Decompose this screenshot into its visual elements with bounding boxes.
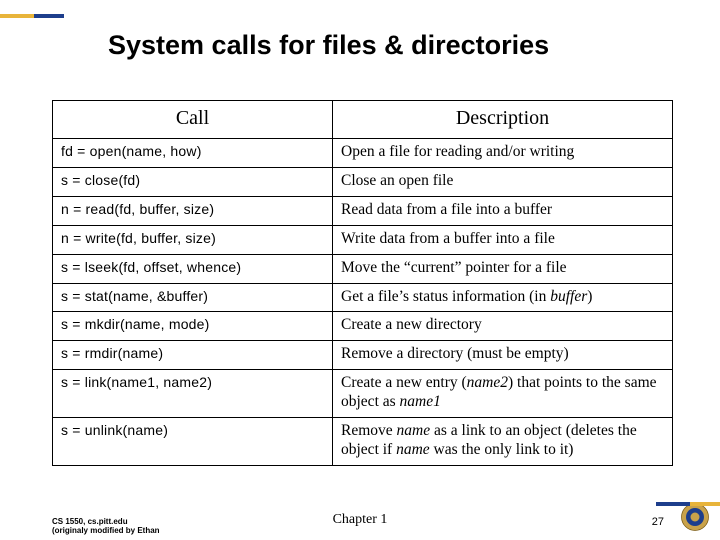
- call-cell: s = close(fd): [53, 167, 333, 196]
- table-row: s = unlink(name)Remove name as a link to…: [53, 418, 673, 466]
- accent-bar-top: [0, 14, 64, 18]
- accent-blue: [34, 14, 64, 18]
- call-cell: fd = open(name, how): [53, 139, 333, 168]
- call-cell: s = rmdir(name): [53, 341, 333, 370]
- slide: System calls for files & directories Cal…: [0, 0, 720, 540]
- description-cell: Create a new directory: [333, 312, 673, 341]
- col-header-description: Description: [333, 101, 673, 139]
- table-row: s = rmdir(name)Remove a directory (must …: [53, 341, 673, 370]
- accent-blue: [656, 502, 690, 506]
- call-cell: s = lseek(fd, offset, whence): [53, 254, 333, 283]
- table-row: s = close(fd)Close an open file: [53, 167, 673, 196]
- accent-bar-bottom: [656, 502, 720, 506]
- table-row: s = stat(name, &buffer)Get a file’s stat…: [53, 283, 673, 312]
- footer-line-2: (originaly modified by Ethan: [52, 527, 160, 536]
- description-cell: Remove a directory (must be empty): [333, 341, 673, 370]
- description-cell: Close an open file: [333, 167, 673, 196]
- slide-title: System calls for files & directories: [108, 30, 549, 61]
- accent-gold: [0, 14, 34, 18]
- syscall-table: Call Description fd = open(name, how)Ope…: [52, 100, 673, 466]
- call-cell: s = link(name1, name2): [53, 370, 333, 418]
- footer-chapter: Chapter 1: [0, 512, 720, 528]
- accent-gold: [690, 502, 720, 506]
- description-cell: Remove name as a link to an object (dele…: [333, 418, 673, 466]
- page-number: 27: [652, 516, 664, 528]
- table-row: s = lseek(fd, offset, whence)Move the “c…: [53, 254, 673, 283]
- call-cell: s = unlink(name): [53, 418, 333, 466]
- description-cell: Read data from a file into a buffer: [333, 196, 673, 225]
- description-cell: Get a file’s status information (in buff…: [333, 283, 673, 312]
- call-cell: s = stat(name, &buffer): [53, 283, 333, 312]
- description-cell: Write data from a buffer into a file: [333, 225, 673, 254]
- description-cell: Move the “current” pointer for a file: [333, 254, 673, 283]
- description-cell: Open a file for reading and/or writing: [333, 139, 673, 168]
- table-row: s = link(name1, name2)Create a new entry…: [53, 370, 673, 418]
- table-row: n = read(fd, buffer, size)Read data from…: [53, 196, 673, 225]
- university-seal-icon: [680, 502, 710, 532]
- call-cell: n = read(fd, buffer, size): [53, 196, 333, 225]
- call-cell: s = mkdir(name, mode): [53, 312, 333, 341]
- description-cell: Create a new entry (name2) that points t…: [333, 370, 673, 418]
- table-row: fd = open(name, how)Open a file for read…: [53, 139, 673, 168]
- call-cell: n = write(fd, buffer, size): [53, 225, 333, 254]
- table-row: s = mkdir(name, mode)Create a new direct…: [53, 312, 673, 341]
- table-header-row: Call Description: [53, 101, 673, 139]
- col-header-call: Call: [53, 101, 333, 139]
- table-row: n = write(fd, buffer, size)Write data fr…: [53, 225, 673, 254]
